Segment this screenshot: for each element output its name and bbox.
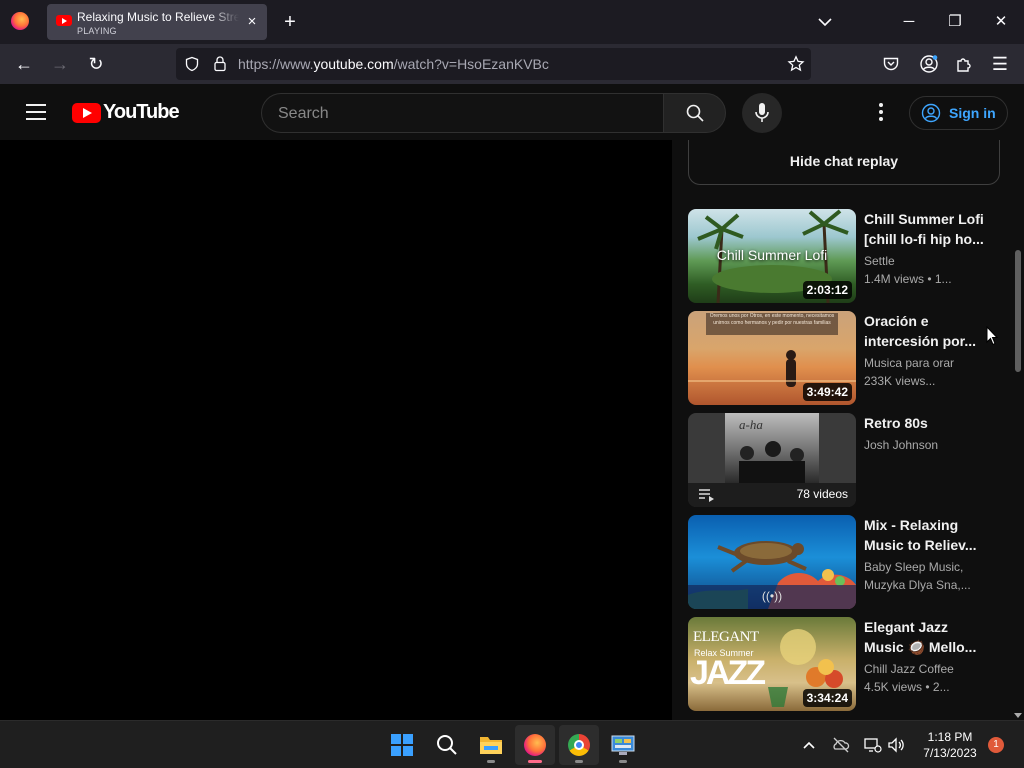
onedrive-offline-icon[interactable] [831, 735, 851, 755]
show-hidden-icons-chevron-icon[interactable] [799, 735, 819, 755]
search-icon[interactable] [427, 725, 467, 765]
mix-thumbnail[interactable]: ((•)) [688, 515, 856, 609]
thumbnail-caption: Chill Summer Lofi [716, 247, 828, 263]
youtube-wordmark[interactable]: YouTube [103, 101, 180, 124]
search-icon [686, 104, 704, 122]
tab-playing-status: PLAYING [77, 26, 117, 36]
browser-nav-bar: ← → ↻ https://www.youtube.com/watch?v=Hs… [0, 44, 1024, 84]
extensions-puzzle-icon[interactable] [955, 55, 973, 73]
reload-button[interactable]: ↻ [85, 53, 107, 75]
youtube-masthead: YouTube Sign in [0, 84, 1012, 140]
firefox-menu-icon[interactable] [11, 12, 29, 30]
firefox-icon[interactable] [515, 725, 555, 765]
windows-start-icon[interactable] [382, 725, 422, 765]
thumbnail-caption: JAZZ [690, 654, 766, 692]
scroll-down-arrow-icon[interactable] [1014, 713, 1022, 718]
windows-taskbar: 1:18 PM 7/13/2023 1 [0, 720, 1024, 768]
shield-icon[interactable] [184, 56, 200, 72]
page-scrollbar[interactable] [1012, 84, 1024, 720]
control-panel-icon[interactable] [603, 725, 643, 765]
notification-badge[interactable]: 1 [988, 737, 1004, 753]
lock-icon[interactable] [212, 55, 228, 72]
settings-more-icon[interactable] [870, 101, 892, 123]
forward-button[interactable]: → [49, 53, 71, 75]
video-title[interactable]: Chill Summer Lofi [chill lo-fi hip ho... [864, 209, 984, 249]
user-avatar-icon [921, 103, 941, 123]
sign-in-button[interactable]: Sign in [909, 96, 1008, 130]
scrollbar-thumb[interactable] [1015, 250, 1021, 372]
video-metadata: 4.5K views • 2... [864, 680, 950, 694]
recommended-playlist[interactable]: a-ha 78 videos Retro 80s Josh Johnson [688, 413, 1000, 507]
video-metadata: Muzyka Dlya Sna,... [864, 578, 971, 592]
recommended-video[interactable]: ELEGANT Relax Summer JAZZ 3:34:24 Elegan… [688, 617, 1000, 711]
tab-title: Relaxing Music to Relieve Stress [77, 10, 239, 24]
account-icon[interactable] [919, 54, 939, 74]
mix-radio-icon: ((•)) [761, 589, 783, 603]
microphone-icon [755, 103, 769, 122]
video-thumbnail[interactable]: Chill Summer Lofi 2:03:12 [688, 209, 856, 303]
video-title[interactable]: Mix - Relaxing Music to Reliev... [864, 515, 984, 555]
search-input[interactable] [278, 103, 648, 125]
mouse-cursor-icon [986, 326, 998, 346]
album-art: a-ha [725, 413, 819, 483]
channel-name[interactable]: Musica para orar [864, 356, 984, 370]
video-thumbnail[interactable]: ELEGANT Relax Summer JAZZ 3:34:24 [688, 617, 856, 711]
clock-time: 1:18 PM [927, 730, 973, 744]
search-button[interactable] [663, 93, 726, 133]
sign-in-label: Sign in [949, 105, 996, 121]
system-clock[interactable]: 1:18 PM 7/13/2023 [916, 729, 984, 761]
hide-chat-replay-button[interactable]: Hide chat replay [689, 146, 999, 176]
chrome-icon[interactable] [559, 725, 599, 765]
youtube-logo-icon[interactable] [72, 103, 101, 123]
video-player[interactable] [0, 140, 672, 720]
playlist-queue-icon [699, 489, 714, 502]
channel-name[interactable]: Baby Sleep Music, [864, 560, 984, 574]
voice-search-button[interactable] [742, 93, 782, 133]
window-restore-button[interactable]: ❐ [943, 10, 967, 34]
channel-name[interactable]: Josh Johnson [864, 438, 984, 452]
window-minimize-button[interactable]: ─ [897, 10, 921, 34]
video-title[interactable]: Oración e intercesión por... [864, 311, 984, 351]
video-title[interactable]: Elegant Jazz Music 🥥 Mello... [864, 617, 984, 657]
video-duration-badge: 3:34:24 [802, 689, 852, 707]
list-all-tabs-icon[interactable] [814, 12, 836, 32]
window-close-button[interactable]: ✕ [989, 10, 1013, 34]
video-thumbnail[interactable]: Oremos unos por Otros, en este momento, … [688, 311, 856, 405]
url-bar[interactable]: https://www.youtube.com/watch?v=HsoEzanK… [176, 48, 811, 80]
file-explorer-icon[interactable] [471, 725, 511, 765]
playlist-thumbnail[interactable]: a-ha 78 videos [688, 413, 856, 507]
video-duration-badge: 2:03:12 [802, 281, 852, 299]
channel-name[interactable]: Chill Jazz Coffee [864, 662, 984, 676]
volume-icon[interactable] [886, 735, 906, 755]
pocket-icon[interactable] [882, 55, 900, 73]
search-box [261, 93, 664, 133]
tab-close-icon[interactable]: × [243, 13, 261, 31]
network-icon[interactable] [862, 735, 882, 755]
app-menu-icon[interactable]: ☰ [989, 53, 1011, 75]
channel-name[interactable]: Settle [864, 254, 984, 268]
guide-menu-icon[interactable] [26, 104, 46, 120]
video-duration-badge: 3:49:42 [802, 383, 852, 401]
browser-tab-active[interactable]: Relaxing Music to Relieve Stress PLAYING… [47, 4, 267, 40]
video-metadata: 233K views... [864, 374, 936, 388]
browser-tab-strip: Relaxing Music to Relieve Stress PLAYING… [0, 0, 1024, 44]
new-tab-button[interactable]: + [279, 11, 301, 33]
live-chat-frame: Hide chat replay [688, 140, 1000, 185]
clock-date: 7/13/2023 [923, 746, 977, 760]
playlist-video-count: 78 videos [796, 487, 848, 501]
recommended-video[interactable]: Oremos unos por Otros, en este momento, … [688, 311, 1000, 405]
screen: Relaxing Music to Relieve Stress PLAYING… [0, 0, 1024, 768]
playlist-title[interactable]: Retro 80s [864, 413, 984, 433]
back-button[interactable]: ← [13, 53, 35, 75]
youtube-favicon-icon [56, 15, 72, 26]
thumbnail-caption: ELEGANT [693, 629, 759, 645]
url-text[interactable]: https://www.youtube.com/watch?v=HsoEzanK… [238, 56, 549, 72]
recommended-video[interactable]: Chill Summer Lofi 2:03:12 Chill Summer L… [688, 209, 1000, 303]
recommended-mix[interactable]: ((•)) Mix - Relaxing Music to Reliev... … [688, 515, 1000, 609]
video-metadata: 1.4M views • 1... [864, 272, 952, 286]
bookmark-star-icon[interactable] [787, 55, 805, 73]
